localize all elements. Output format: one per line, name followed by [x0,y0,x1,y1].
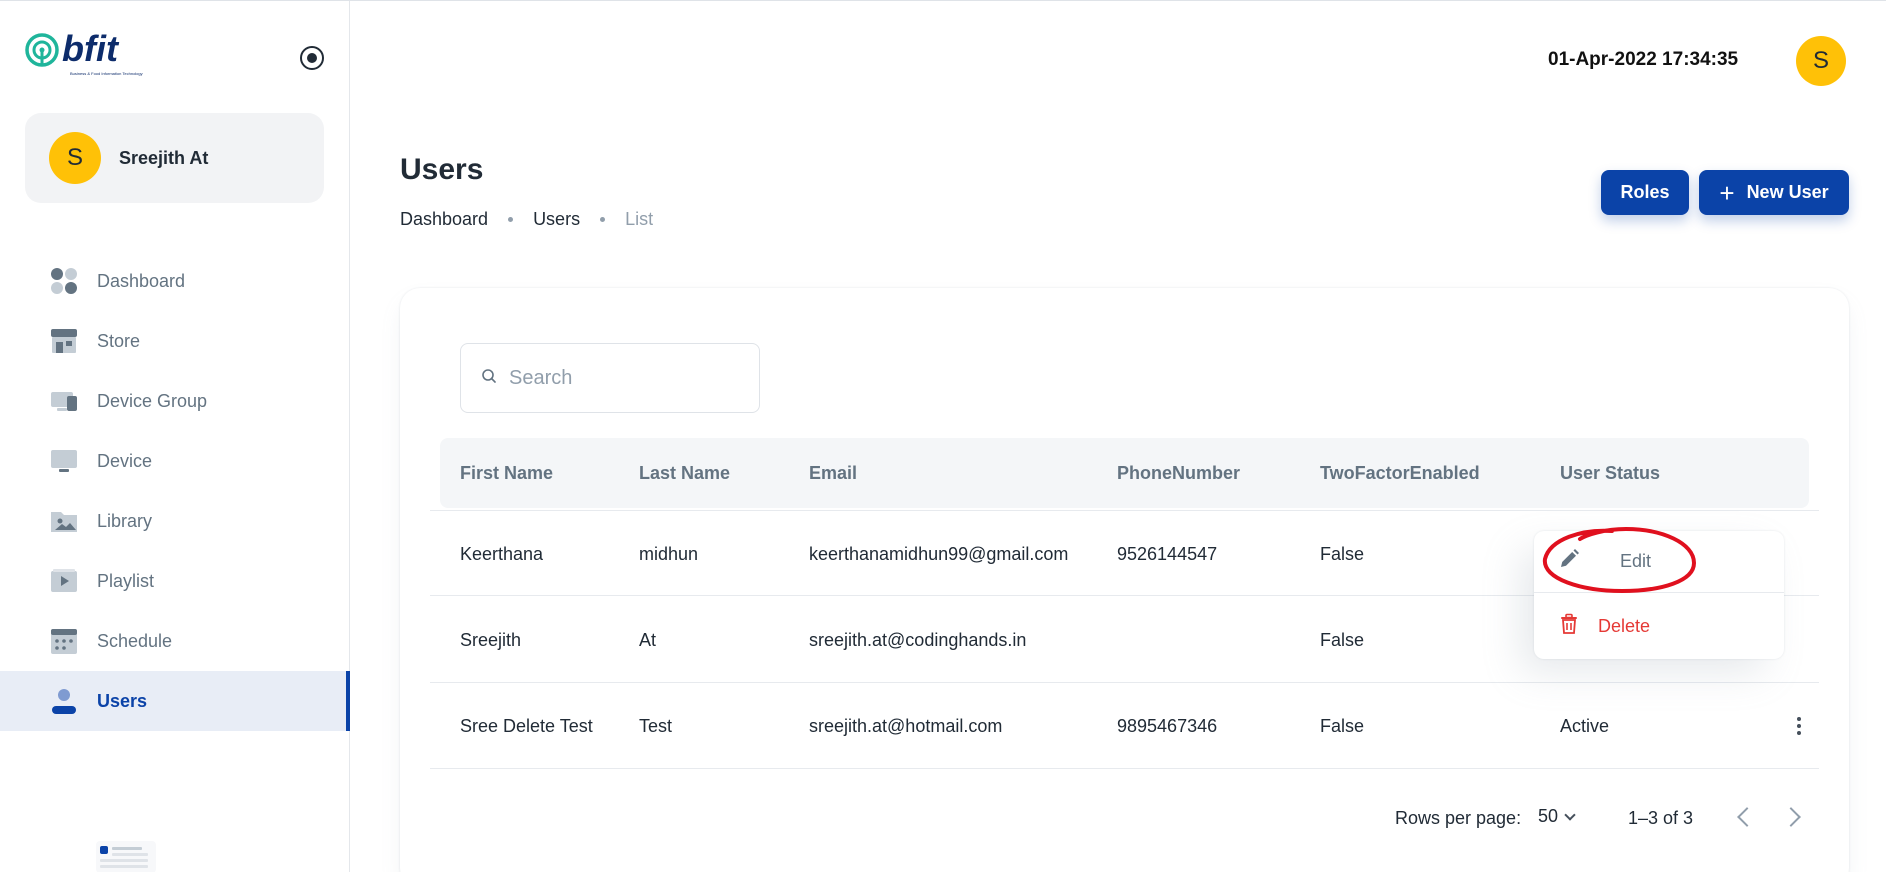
column-user-status[interactable]: User Status [1560,463,1660,484]
pencil-icon [1558,548,1580,575]
chevron-down-icon [1564,808,1576,821]
column-last-name[interactable]: Last Name [639,463,730,484]
user-icon [49,686,79,716]
cell-user-status: Active [1560,715,1610,736]
plus-icon: + [1719,177,1735,208]
menu-item-delete[interactable]: Delete [1534,595,1784,657]
cell-email: keerthanamidhun99@gmail.com [809,543,1069,564]
table-pagination: Rows per page: 50 1–3 of 3 [400,798,1849,838]
rows-per-page-label: Rows per page: [1395,808,1522,828]
cell-two-factor-enabled: False [1320,629,1365,650]
breadcrumb-separator [508,217,514,222]
row-actions-menu: Edit Delete [1534,531,1784,659]
sidebar-collapse-toggle[interactable] [300,46,324,70]
device-group-icon [49,386,79,416]
roles-button[interactable]: Roles [1601,170,1689,215]
sidebar-item-label: Library [97,510,153,531]
svg-text:bfit: bfit [62,31,120,69]
sidebar-item-dashboard[interactable]: Dashboard [0,251,350,311]
sidebar-item-playlist[interactable]: Playlist [0,551,350,611]
sidebar-item-device-group[interactable]: Device Group [0,371,350,431]
column-first-name[interactable]: First Name [460,463,553,484]
account-card[interactable]: S Sreejith At [25,113,324,203]
column-phone-number[interactable]: PhoneNumber [1117,463,1240,484]
breadcrumb-dashboard[interactable]: Dashboard [400,209,488,230]
column-email[interactable]: Email [809,463,857,484]
rows-per-page-value: 50 [1538,806,1559,826]
cell-email: sreejith.at@codinghands.in [809,629,1027,650]
bfit-logo[interactable]: bfit Business & Food Information Technol… [24,28,154,79]
schedule-icon [49,626,79,656]
header-avatar[interactable]: S [1796,36,1846,86]
row-actions-kebab-icon[interactable] [1786,713,1812,739]
app-window: bfit Business & Food Information Technol… [0,0,1886,872]
pagination-range: 1–3 of 3 [1628,808,1694,828]
library-icon [49,506,79,536]
cell-two-factor-enabled: False [1320,715,1365,736]
table-row[interactable]: Sree Delete Test Test sreejith.at@hotmai… [430,683,1819,769]
table-header: First Name Last Name Email PhoneNumber T… [440,438,1809,508]
playlist-icon [49,566,79,596]
sidebar-illustration [96,841,156,872]
cell-email: sreejith.at@hotmail.com [809,715,1003,736]
menu-item-edit-label: Edit [1620,551,1652,571]
sidebar-item-label: Schedule [97,630,173,651]
header-datetime: 01-Apr-2022 17:34:35 [1548,49,1739,70]
sidebar-item-library[interactable]: Library [0,491,350,551]
sidebar-item-label: Users [97,690,148,711]
cell-first-name: Sreejith [460,629,522,650]
rows-per-page-select[interactable]: 50 [1538,806,1576,827]
dashboard-icon [49,266,79,296]
search-input[interactable] [509,366,749,390]
sidebar-item-label: Device Group [97,390,208,411]
cell-phone-number: 9526144547 [1117,543,1218,564]
sidebar-item-device[interactable]: Device [0,431,350,491]
sidebar-nav: Dashboard Store Device Group Device Libr… [0,251,350,731]
cell-last-name: Test [639,715,673,736]
breadcrumb: Dashboard Users List [400,209,653,230]
new-user-label: New User [1746,182,1829,202]
store-icon [49,326,79,356]
sidebar-item-label: Playlist [97,570,155,591]
previous-page-icon[interactable] [1737,807,1757,827]
sidebar-item-users[interactable]: Users [0,671,350,731]
search-box[interactable] [460,343,760,413]
breadcrumb-list: List [625,209,654,229]
sidebar-item-store[interactable]: Store [0,311,350,371]
menu-item-edit[interactable]: Edit [1534,531,1784,593]
breadcrumb-separator [600,217,606,222]
cell-last-name: At [639,629,657,650]
sidebar-item-schedule[interactable]: Schedule [0,611,350,671]
cell-last-name: midhun [639,543,699,564]
sidebar: bfit Business & Food Information Technol… [0,1,350,872]
new-user-button[interactable]: + New User [1699,170,1849,215]
sidebar-item-label: Device [97,450,153,471]
sidebar-item-label: Dashboard [97,270,186,291]
cell-first-name: Keerthana [460,543,544,564]
menu-item-delete-label: Delete [1598,615,1651,636]
cell-phone-number: 9895467346 [1117,715,1218,736]
account-avatar: S [49,132,101,184]
page-title: Users [400,153,484,186]
next-page-icon[interactable] [1781,807,1801,827]
breadcrumb-users[interactable]: Users [533,209,580,230]
cell-two-factor-enabled: False [1320,543,1365,564]
sidebar-item-label: Store [97,330,141,351]
account-name: Sreejith At [119,147,209,168]
search-icon [481,368,497,389]
svg-text:Business & Food Information Te: Business & Food Information Technology [70,71,143,76]
column-two-factor-enabled[interactable]: TwoFactorEnabled [1320,463,1480,484]
cell-first-name: Sree Delete Test [460,715,593,736]
device-icon [49,446,79,476]
trash-icon [1558,613,1580,640]
